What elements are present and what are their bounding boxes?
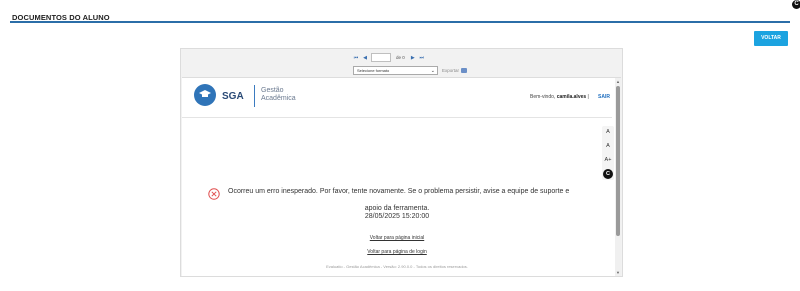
footer-text: Evaluatio - Gestão Acadêmica - Versão: 2… <box>326 264 468 269</box>
login-link[interactable]: Voltar para página de login <box>182 249 612 255</box>
report-viewer: ⏮ ◀ de 0 ▶ ⏭ Selecione formato ⌄ Exporta… <box>180 48 623 277</box>
report-scrollbar[interactable]: ▲ ▼ <box>615 78 621 276</box>
format-select[interactable]: Selecione formato ⌄ <box>353 66 438 75</box>
back-button[interactable]: VOLTAR <box>754 31 788 46</box>
welcome-separator: | <box>586 94 589 100</box>
font-reset-button[interactable]: A <box>602 143 614 149</box>
error-message: Ocorreu um erro inesperado. Por favor, t… <box>228 188 570 195</box>
contrast-toggle-icon[interactable]: C <box>792 0 800 9</box>
page-number-input[interactable] <box>371 53 391 62</box>
welcome-text: Bem-vindo, camila.alves | <box>530 94 589 100</box>
sga-logo-icon <box>194 84 216 106</box>
next-page-icon[interactable]: ▶ <box>410 55 416 61</box>
export-label: Exportar <box>442 68 460 73</box>
first-page-icon[interactable]: ⏮ <box>353 55 359 61</box>
export-button[interactable]: Exportar <box>442 68 468 73</box>
error-icon <box>208 188 220 200</box>
export-icon <box>461 68 468 73</box>
page: DOCUMENTOS DO ALUNO C VOLTAR ⏮ ◀ de 0 ▶ … <box>0 0 800 291</box>
app-name: Gestão Acadêmica <box>261 87 296 103</box>
app-short-name: SGA <box>222 91 244 102</box>
scroll-down-icon[interactable]: ▼ <box>615 270 621 275</box>
font-size-controls: A A A+ C <box>602 126 614 180</box>
logout-link[interactable]: SAIR <box>598 94 610 100</box>
scroll-thumb[interactable] <box>616 86 620 236</box>
error-message-continued: apoio da ferramenta. <box>364 205 430 212</box>
welcome-prefix: Bem-vindo, <box>530 94 557 100</box>
app-name-line2: Acadêmica <box>261 95 296 102</box>
username: camila.alves <box>556 94 587 100</box>
prev-page-icon[interactable]: ◀ <box>362 55 368 61</box>
home-link[interactable]: Voltar para página inicial <box>182 235 612 241</box>
title-divider <box>10 21 790 23</box>
contrast-button[interactable]: C <box>603 169 613 179</box>
report-header: SGA Gestão Acadêmica Bem-vindo, camila.a… <box>182 78 612 118</box>
last-page-icon[interactable]: ⏭ <box>419 55 425 61</box>
app-name-line1: Gestão <box>261 87 284 94</box>
font-increase-button[interactable]: A+ <box>602 157 614 163</box>
font-decrease-button[interactable]: A <box>602 129 614 135</box>
report-frame: SGA Gestão Acadêmica Bem-vindo, camila.a… <box>182 77 621 276</box>
error-datetime: 28/05/2025 15:20:00 <box>364 213 430 220</box>
export-row: Selecione formato ⌄ Exportar <box>353 66 468 75</box>
viewer-toolbar: ⏮ ◀ de 0 ▶ ⏭ Selecione formato ⌄ Exporta… <box>181 49 622 77</box>
graduation-cap-icon <box>199 90 211 97</box>
format-select-value: Selecione formato <box>357 68 390 73</box>
page-count-label: de 0 <box>396 55 405 60</box>
pager: ⏮ ◀ de 0 ▶ ⏭ <box>353 53 425 62</box>
chevron-down-icon: ⌄ <box>430 68 435 74</box>
scroll-up-icon[interactable]: ▲ <box>615 79 621 84</box>
logo-divider <box>254 85 255 107</box>
